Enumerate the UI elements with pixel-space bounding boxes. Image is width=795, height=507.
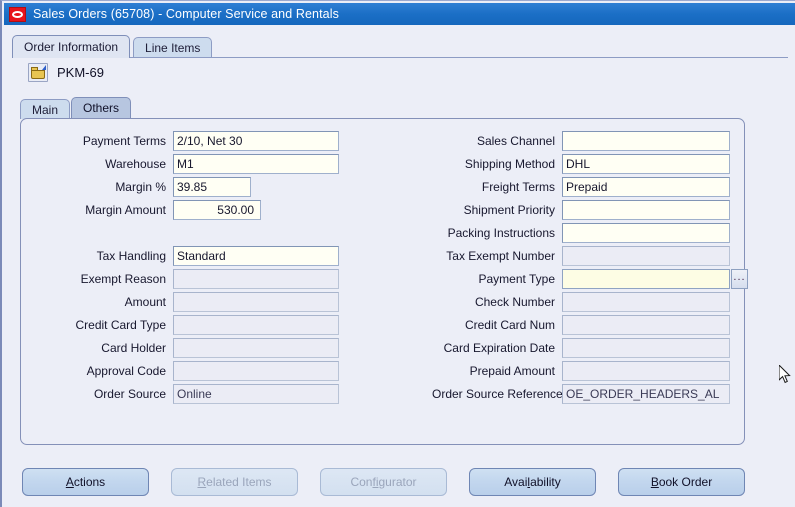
folder-icon[interactable]	[28, 63, 48, 82]
sub-tabbar: Main Others	[20, 97, 132, 119]
input-payment-type[interactable]	[562, 269, 730, 289]
field-row-order-source: Order Source Online	[43, 384, 339, 404]
field-row-prepaid-amount: Prepaid Amount	[432, 361, 730, 381]
field-row-payment-type: Payment Type...	[432, 269, 748, 289]
button-availability[interactable]: Availability	[469, 468, 596, 496]
field-row-credit-card-num: Credit Card Num	[432, 315, 730, 335]
order-id-label: PKM-69	[57, 65, 104, 80]
input-card-holder	[173, 338, 339, 358]
input-shipping-method[interactable]: DHL	[562, 154, 730, 174]
input-shipment-priority[interactable]	[562, 200, 730, 220]
input-freight-terms[interactable]: Prepaid	[562, 177, 730, 197]
sub-tab-others[interactable]: Others	[71, 97, 132, 119]
input-tax-exempt-number	[562, 246, 730, 266]
label-packing-instructions: Packing Instructions	[447, 226, 555, 240]
label-order-source: Order Source	[93, 387, 166, 401]
label-approval-code: Approval Code	[86, 364, 166, 378]
input-order-source-reference: OE_ORDER_HEADERS_AL	[562, 384, 730, 404]
field-row-sales-channel: Sales Channel	[432, 131, 730, 151]
input-payment-terms[interactable]: 2/10, Net 30	[173, 131, 339, 151]
main-tab-order-information[interactable]: Order Information	[12, 35, 131, 58]
field-row-margin-amount: Margin Amount 530.00	[39, 200, 261, 220]
field-row-approval-code: Approval Code	[43, 361, 339, 381]
label-card-expiration-date: Card Expiration Date	[443, 341, 555, 355]
field-row-tax-handling: Tax Handling Standard	[43, 246, 339, 266]
label-amount: Amount	[124, 295, 166, 309]
field-row-exempt-reason: Exempt Reason	[43, 269, 339, 289]
input-prepaid-amount	[562, 361, 730, 381]
label-payment-type: Payment Type	[478, 272, 556, 286]
label-shipping-method: Shipping Method	[464, 157, 555, 171]
label-shipment-priority: Shipment Priority	[463, 203, 555, 217]
field-row-warehouse: Warehouse M1	[43, 154, 339, 174]
button-label-availability: Availability	[504, 475, 561, 489]
input-card-expiration-date	[562, 338, 730, 358]
label-payment-terms: Payment Terms	[82, 134, 166, 148]
label-tax-exempt-number: Tax Exempt Number	[446, 249, 555, 263]
label-check-number: Check Number	[474, 295, 555, 309]
field-row-card-expiration-date: Card Expiration Date	[432, 338, 730, 358]
field-row-tax-exempt-number: Tax Exempt Number	[432, 246, 730, 266]
button-label-related-items: Related Items	[197, 475, 272, 489]
input-tax-handling[interactable]: Standard	[173, 246, 339, 266]
window-titlebar: Sales Orders (65708) - Computer Service …	[4, 3, 795, 25]
button-label-book-order: Book Order	[650, 475, 713, 489]
field-row-card-holder: Card Holder	[43, 338, 339, 358]
input-margin[interactable]: 39.85	[173, 177, 251, 197]
field-row-order-source-reference: Order Source Reference OE_ORDER_HEADERS_A…	[432, 384, 730, 404]
field-row-shipment-priority: Shipment Priority	[432, 200, 730, 220]
label-credit-card-type: Credit Card Type	[75, 318, 167, 332]
label-prepaid-amount: Prepaid Amount	[469, 364, 555, 378]
field-row-margin: Margin % 39.85	[43, 177, 251, 197]
main-tab-line-items[interactable]: Line Items	[133, 37, 213, 58]
label-warehouse: Warehouse	[105, 157, 166, 171]
button-book-order[interactable]: Book Order	[618, 468, 745, 496]
label-order-source-reference: Order Source Reference	[432, 387, 563, 401]
button-label-configurator: Configurator	[350, 475, 417, 489]
input-check-number	[562, 292, 730, 312]
field-row-payment-terms: Payment Terms 2/10, Net 30	[43, 131, 339, 151]
input-exempt-reason	[173, 269, 339, 289]
field-row-check-number: Check Number	[432, 292, 730, 312]
input-credit-card-num	[562, 315, 730, 335]
field-row-freight-terms: Freight Terms Prepaid	[432, 177, 730, 197]
order-header: PKM-69	[28, 63, 104, 82]
input-packing-instructions[interactable]	[562, 223, 730, 243]
label-sales-channel: Sales Channel	[476, 134, 555, 148]
label-freight-terms: Freight Terms	[481, 180, 555, 194]
input-order-source: Online	[173, 384, 339, 404]
window-title: Sales Orders (65708) - Computer Service …	[33, 7, 339, 21]
label-credit-card-num: Credit Card Num	[464, 318, 555, 332]
form-button-bar: Actions Related Items Configurator Availabi…	[22, 467, 767, 497]
field-row-packing-instructions: Packing Instructions	[432, 223, 730, 243]
mouse-pointer-icon	[779, 365, 791, 384]
label-card-holder: Card Holder	[101, 341, 166, 355]
input-amount	[173, 292, 339, 312]
button-configurator: Configurator	[320, 468, 447, 496]
label-margin: Margin %	[115, 180, 166, 194]
field-row-amount: Amount	[43, 292, 339, 312]
button-label-actions: Actions	[65, 475, 106, 489]
oracle-logo-icon	[9, 6, 26, 22]
lov-button-payment-type[interactable]: ...	[731, 269, 748, 289]
input-sales-channel[interactable]	[562, 131, 730, 151]
others-form-panel: Payment Terms 2/10, Net 30 Warehouse M1 Marg…	[20, 118, 748, 445]
input-approval-code	[173, 361, 339, 381]
label-margin-amount: Margin Amount	[85, 203, 166, 217]
sales-orders-window: Sales Orders (65708) - Computer Service …	[0, 0, 795, 507]
input-warehouse[interactable]: M1	[173, 154, 339, 174]
input-margin-amount[interactable]: 530.00	[173, 200, 261, 220]
button-actions[interactable]: Actions	[22, 468, 149, 496]
sub-tab-main[interactable]: Main	[20, 99, 71, 119]
button-related-items: Related Items	[171, 468, 298, 496]
label-tax-handling: Tax Handling	[96, 249, 166, 263]
label-exempt-reason: Exempt Reason	[80, 272, 166, 286]
main-tabbar: Order Information Line Items	[12, 35, 213, 58]
input-credit-card-type	[173, 315, 339, 335]
field-row-shipping-method: Shipping Method DHL	[432, 154, 730, 174]
field-row-credit-card-type: Credit Card Type	[43, 315, 339, 335]
